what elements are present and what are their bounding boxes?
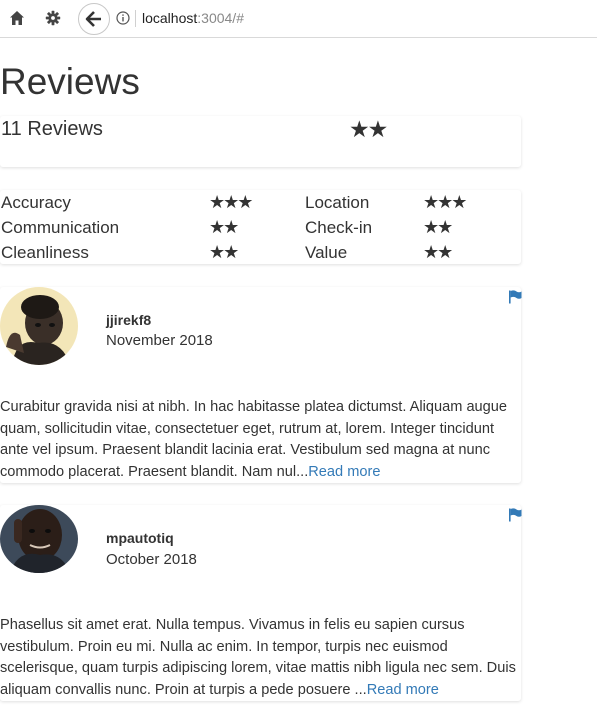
rating-stars-communication: ★★ xyxy=(209,217,239,237)
avatar xyxy=(0,505,78,573)
rating-label-value: Value xyxy=(305,243,348,262)
flag-icon[interactable] xyxy=(508,290,522,304)
address-bar[interactable]: localhost:3004/# xyxy=(142,10,244,26)
review-username: mpautotiq xyxy=(106,530,174,546)
gear-icon[interactable] xyxy=(43,8,63,28)
review-date: October 2018 xyxy=(106,551,197,568)
home-icon[interactable] xyxy=(7,8,27,28)
ratings-breakdown: Accuracy ★★★ Location ★★★ Communication … xyxy=(0,190,521,264)
url-separator xyxy=(135,10,136,27)
url-path: :3004/# xyxy=(197,10,244,26)
back-button[interactable] xyxy=(78,3,110,35)
rating-label-communication: Communication xyxy=(1,218,120,237)
review-text: Phasellus sit amet erat. Nulla tempus. V… xyxy=(0,615,521,701)
rating-label-check-in: Check-in xyxy=(305,218,373,237)
info-icon[interactable] xyxy=(116,11,130,25)
review-card: mpautotiq October 2018 Phasellus sit ame… xyxy=(0,505,522,701)
read-more-link[interactable]: Read more xyxy=(308,464,380,480)
rating-stars-accuracy: ★★★ xyxy=(209,192,253,212)
rating-label-accuracy: Accuracy xyxy=(1,193,71,212)
overall-rating-stars: ★★ xyxy=(349,116,388,142)
browser-toolbar: localhost:3004/# xyxy=(0,0,597,38)
rating-stars-value: ★★ xyxy=(423,242,453,262)
read-more-link[interactable]: Read more xyxy=(367,682,439,698)
flag-icon[interactable] xyxy=(508,508,522,522)
reviews-summary: 11 Reviews ★★ xyxy=(0,116,521,167)
review-body: Curabitur gravida nisi at nibh. In hac h… xyxy=(0,399,508,480)
avatar xyxy=(0,287,78,365)
review-date: November 2018 xyxy=(106,332,213,349)
reviews-count: 11 Reviews xyxy=(1,118,103,140)
rating-stars-check-in: ★★ xyxy=(423,217,453,237)
review-text: Curabitur gravida nisi at nibh. In hac h… xyxy=(0,397,521,483)
back-arrow-icon xyxy=(85,11,101,27)
url-host: localhost xyxy=(142,10,198,26)
rating-stars-location: ★★★ xyxy=(423,192,467,212)
review-username: jjirekf8 xyxy=(106,312,152,328)
rating-label-location: Location xyxy=(305,193,370,212)
rating-stars-cleanliness: ★★ xyxy=(209,242,239,262)
review-card: jjirekf8 November 2018 Curabitur gravida… xyxy=(0,287,522,483)
rating-label-cleanliness: Cleanliness xyxy=(1,243,89,262)
page-title: Reviews xyxy=(0,61,140,102)
